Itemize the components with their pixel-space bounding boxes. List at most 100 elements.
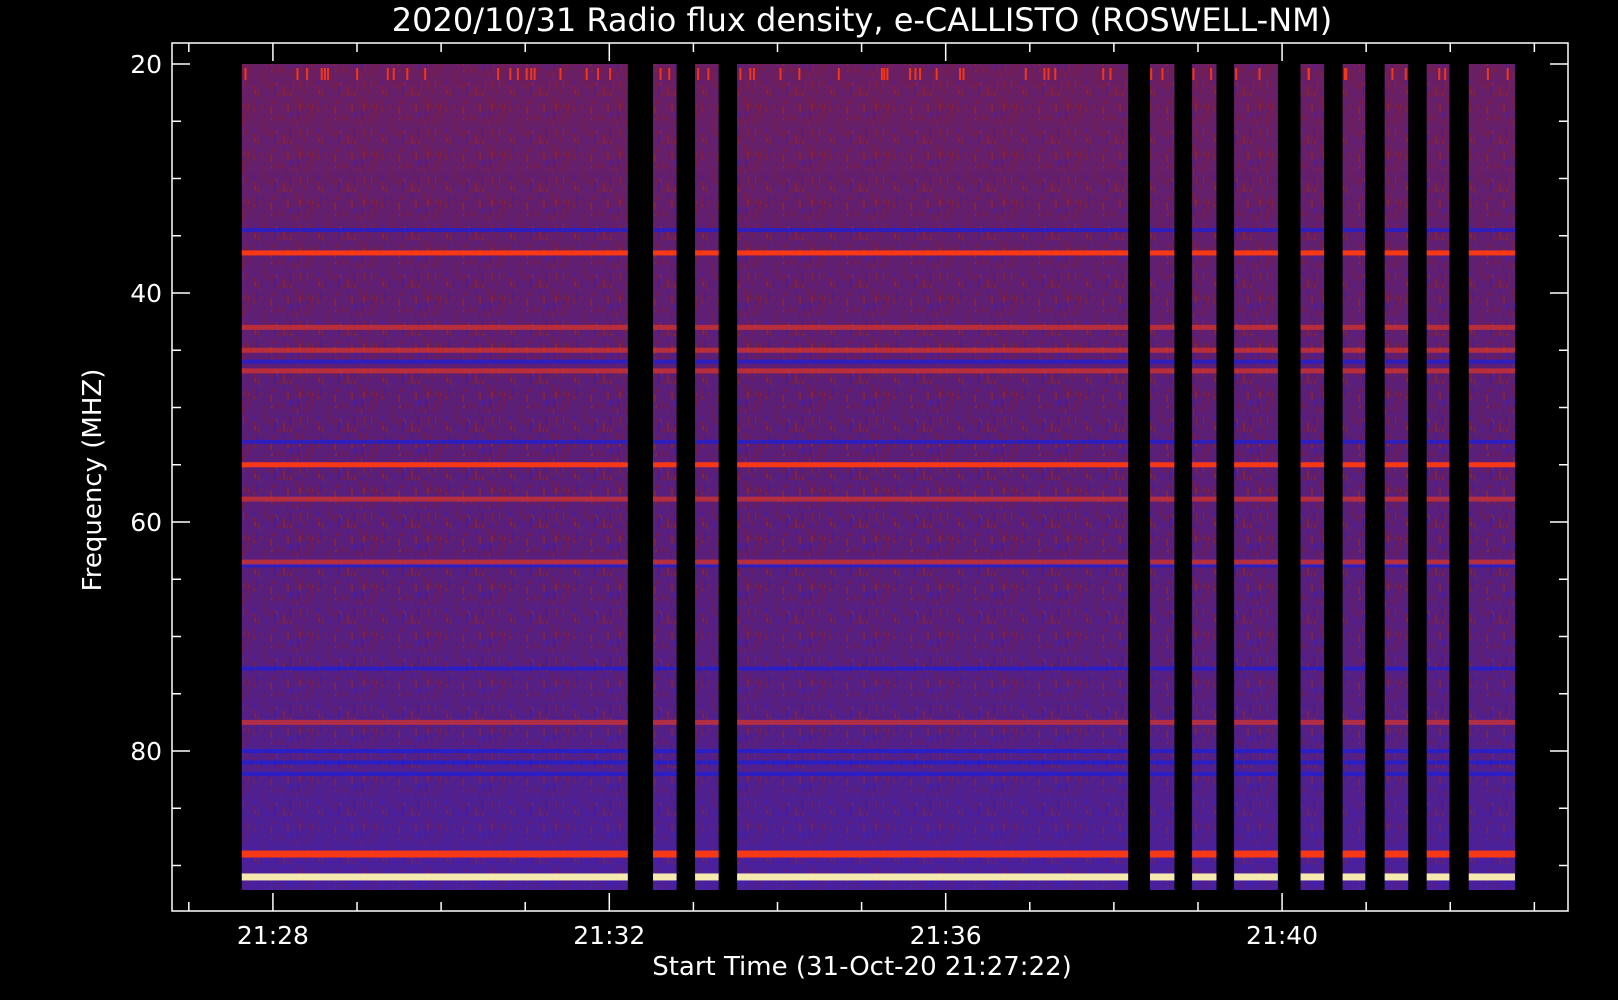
intense-band	[1192, 368, 1217, 374]
intense-band	[1426, 719, 1450, 725]
intense-band	[653, 250, 677, 256]
data-segment	[1234, 64, 1278, 890]
plot-layer	[241, 64, 1516, 890]
quiet-band	[1192, 439, 1217, 444]
sparkle-mark	[1404, 68, 1407, 80]
quiet-band	[695, 749, 719, 753]
quiet-band	[695, 228, 719, 233]
sparkle-mark	[1438, 68, 1441, 80]
sparkle-mark	[327, 68, 330, 80]
intense-band	[1234, 719, 1278, 725]
intense-band	[241, 250, 628, 256]
data-segment	[737, 64, 1129, 890]
segment-tint	[695, 64, 719, 890]
quiet-band	[1468, 760, 1516, 765]
sparkle-mark	[1486, 68, 1489, 80]
segment-tint	[1234, 64, 1278, 890]
quiet-band	[1384, 439, 1409, 444]
quiet-band	[1342, 359, 1366, 364]
sparkle-mark	[406, 68, 409, 80]
quiet-band	[737, 666, 1129, 671]
data-segment	[653, 64, 677, 890]
quiet-band	[1426, 771, 1450, 776]
y-tick-label: 40	[130, 279, 162, 308]
intense-band	[653, 873, 677, 881]
y-tick-label: 60	[130, 508, 162, 537]
sparkle-mark	[356, 68, 359, 80]
quiet-band	[1234, 359, 1278, 364]
quiet-band	[653, 439, 677, 444]
sparkle-mark	[609, 68, 612, 80]
intense-band	[1468, 719, 1516, 725]
sparkle-mark	[424, 68, 427, 80]
intense-band	[1384, 873, 1409, 881]
quiet-band	[1150, 439, 1175, 444]
intense-band	[1192, 873, 1217, 881]
data-segment	[1468, 64, 1516, 890]
intense-band	[1384, 850, 1409, 858]
sparkle-mark	[752, 68, 755, 80]
segment-tint	[1342, 64, 1366, 890]
quiet-band	[1234, 749, 1278, 753]
quiet-band	[1300, 771, 1325, 776]
quiet-band	[1300, 749, 1325, 753]
intense-band	[737, 850, 1129, 858]
intense-band	[1468, 250, 1516, 256]
spectrogram-svg: 20 40 60 80 21:28 21:32 21:36 21:40 2020/10/31 …	[78, 1, 1569, 982]
sparkle-mark	[659, 68, 662, 80]
quiet-band	[241, 771, 628, 776]
intense-band	[1342, 462, 1366, 468]
intense-band	[1192, 559, 1217, 565]
intense-band	[1234, 850, 1278, 858]
intense-band	[1342, 368, 1366, 374]
y-tick-label: 20	[130, 50, 162, 79]
sparkle-mark	[1043, 68, 1046, 80]
intense-band	[737, 250, 1129, 256]
intense-band	[737, 462, 1129, 468]
intense-band	[1192, 324, 1217, 330]
quiet-band	[1384, 771, 1409, 776]
quiet-band	[1468, 439, 1516, 444]
intense-band	[1300, 496, 1325, 502]
intense-band	[1300, 719, 1325, 725]
intense-band	[1150, 368, 1175, 374]
quiet-band	[241, 666, 628, 671]
quiet-band	[737, 359, 1129, 364]
intense-band	[695, 496, 719, 502]
intense-band	[1384, 250, 1409, 256]
data-segment	[1426, 64, 1450, 890]
intense-band	[737, 873, 1129, 881]
data-segment	[1384, 64, 1409, 890]
sparkle-mark	[530, 68, 533, 80]
intense-band	[241, 719, 628, 725]
quiet-band	[1426, 760, 1450, 765]
intense-band	[695, 559, 719, 565]
intense-band	[1342, 850, 1366, 858]
quiet-band	[1384, 760, 1409, 765]
data-segment	[241, 64, 628, 890]
quiet-band	[1234, 666, 1278, 671]
intense-band	[695, 324, 719, 330]
quiet-band	[737, 439, 1129, 444]
quiet-band	[1234, 228, 1278, 233]
quiet-band	[1468, 666, 1516, 671]
intense-band	[1384, 368, 1409, 374]
intense-band	[737, 347, 1129, 353]
intense-band	[1384, 496, 1409, 502]
intense-band	[1192, 250, 1217, 256]
intense-band	[1192, 719, 1217, 725]
intense-band	[241, 559, 628, 565]
intense-band	[1468, 347, 1516, 353]
sparkle-mark	[668, 68, 671, 80]
quiet-band	[653, 760, 677, 765]
quiet-band	[1426, 439, 1450, 444]
sparkle-mark	[533, 68, 536, 80]
intense-band	[1234, 324, 1278, 330]
quiet-band	[1300, 228, 1325, 233]
spectrogram-chart: 20 40 60 80 21:28 21:32 21:36 21:40 2020/10/31 …	[0, 0, 1618, 1000]
quiet-band	[1468, 228, 1516, 233]
segment-tint	[1426, 64, 1450, 890]
intense-band	[1342, 347, 1366, 353]
sparkle-mark	[880, 68, 883, 80]
sparkle-mark	[509, 68, 512, 80]
